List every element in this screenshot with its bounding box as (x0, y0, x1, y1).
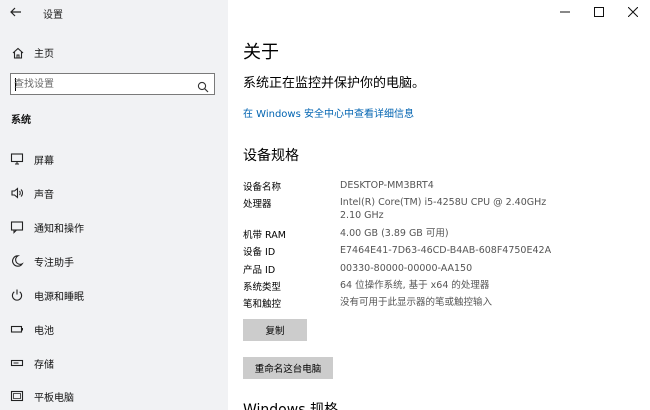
spec-value: 没有可用于此显示器的笔或触控输入 (340, 297, 493, 308)
power-icon (10, 287, 24, 306)
spec-value: E7464E41-7D63-46CD-B4AB-608F4750E42A (340, 245, 552, 256)
maximize-button[interactable] (582, 0, 616, 24)
sidebar-item-notifications[interactable]: 通知和操作 (0, 215, 228, 237)
search-box[interactable] (10, 73, 215, 95)
spec-key: 机带 RAM (243, 230, 286, 241)
spec-value: 4.00 GB (3.89 GB 可用) (340, 228, 449, 239)
sidebar-item-tablet[interactable]: 平板电脑 (0, 384, 228, 406)
sidebar-item-label: 屏幕 (34, 156, 54, 167)
sidebar-item-storage[interactable]: 存储 (0, 351, 228, 373)
sidebar-item-power-sleep[interactable]: 电源和睡眠 (0, 283, 228, 305)
windows-specs-heading: Windows 规格 (243, 402, 338, 410)
rename-pc-button[interactable]: 重命名这台电脑 (243, 357, 333, 379)
sidebar-item-label: 声音 (34, 190, 54, 201)
storage-icon (10, 355, 24, 374)
sidebar-item-focus-assist[interactable]: 专注助手 (0, 249, 228, 271)
monitor-icon (10, 151, 24, 170)
search-input[interactable] (14, 76, 184, 92)
sidebar-item-label: 电池 (34, 326, 54, 337)
sidebar-item-label: 通知和操作 (34, 224, 84, 235)
close-button[interactable] (616, 0, 650, 24)
sidebar: 设置 主页 系统 屏幕 声音 通知和操作 专注 (0, 0, 228, 410)
spec-key: 笔和触控 (243, 299, 282, 310)
sidebar-item-label: 存储 (34, 360, 54, 371)
search-icon[interactable] (197, 78, 209, 97)
back-arrow-icon (10, 7, 21, 17)
spec-value: 00330-80000-00000-AA150 (340, 263, 473, 274)
main-content: 关于 系统正在监控并保护你的电脑。 在 Windows 安全中心中查看详细信息 … (228, 0, 650, 410)
spec-key: 处理器 (243, 199, 272, 210)
battery-icon (10, 321, 24, 340)
back-button[interactable] (8, 4, 24, 20)
moon-icon (10, 253, 24, 272)
device-specs-heading: 设备规格 (243, 148, 299, 164)
minimize-icon (560, 11, 570, 13)
sidebar-item-label: 平板电脑 (34, 393, 74, 404)
protection-status: 系统正在监控并保护你的电脑。 (243, 76, 426, 91)
tablet-icon (10, 388, 24, 407)
notification-icon (10, 219, 24, 238)
minimize-button[interactable] (548, 0, 582, 24)
sidebar-item-sound[interactable]: 声音 (0, 181, 228, 203)
spec-key: 系统类型 (243, 282, 282, 293)
page-title: 关于 (243, 42, 279, 63)
sidebar-section-system: 系统 (11, 115, 31, 126)
sidebar-item-battery[interactable]: 电池 (0, 317, 228, 339)
sidebar-item-home[interactable]: 主页 (0, 42, 228, 62)
close-icon (628, 7, 638, 17)
spec-key: 产品 ID (243, 265, 276, 276)
speaker-icon (10, 185, 24, 204)
sidebar-item-label: 专注助手 (34, 258, 74, 269)
security-center-link[interactable]: 在 Windows 安全中心中查看详细信息 (243, 105, 414, 120)
spec-key: 设备 ID (243, 247, 276, 258)
sidebar-item-label: 电源和睡眠 (34, 292, 84, 303)
spec-key: 设备名称 (243, 182, 282, 193)
window-title: 设置 (43, 10, 63, 21)
home-icon (11, 45, 25, 64)
spec-value: Intel(R) Core(TM) i5-4258U CPU @ 2.40GHz… (340, 197, 547, 221)
window-controls (548, 0, 650, 24)
spec-value: DESKTOP-MM3BRT4 (340, 180, 434, 191)
title-bar: 设置 (0, 0, 228, 24)
home-label: 主页 (34, 49, 54, 60)
copy-button[interactable]: 复制 (243, 319, 307, 341)
maximize-icon (594, 7, 604, 17)
sidebar-item-display[interactable]: 屏幕 (0, 147, 228, 169)
spec-value: 64 位操作系统, 基于 x64 的处理器 (340, 280, 490, 291)
